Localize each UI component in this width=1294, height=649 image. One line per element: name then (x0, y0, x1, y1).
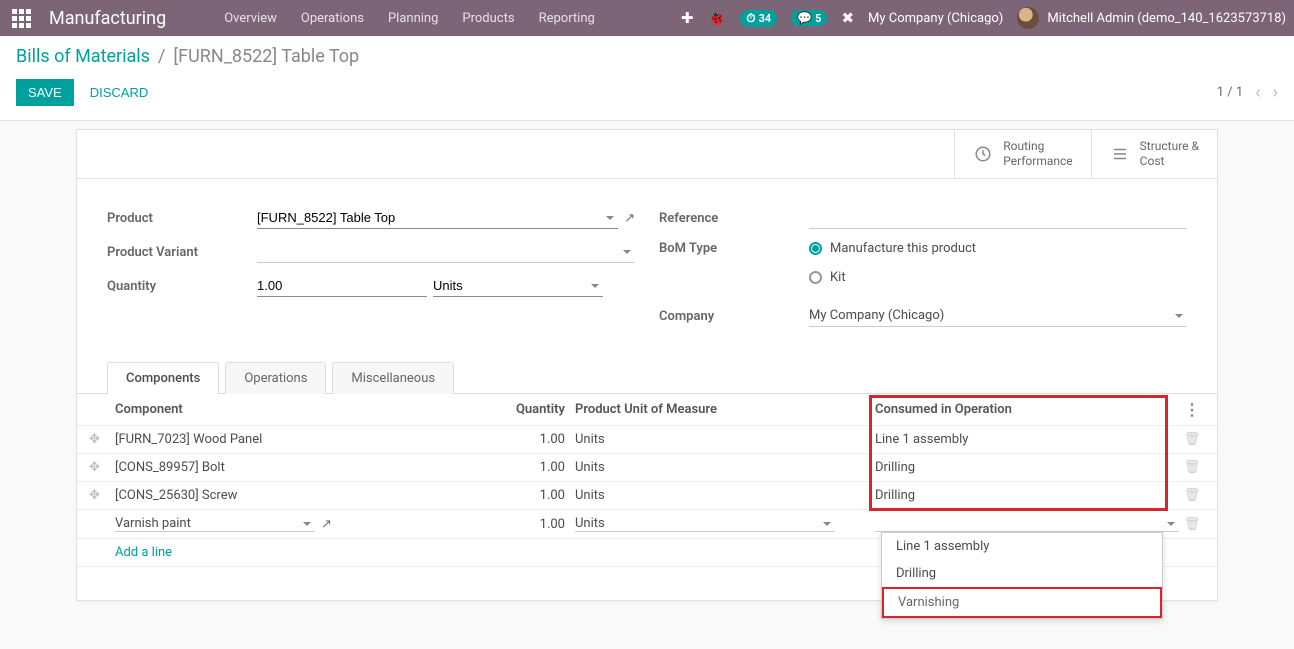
breadcrumb-current: [FURN_8522] Table Top (173, 46, 359, 67)
bug-icon[interactable]: 🐞 (708, 9, 727, 27)
topbar-right: ✚ 🐞 ⏱34 💬5 ✖ My Company (Chicago) Mitche… (681, 7, 1286, 29)
dropdown-option[interactable]: Drilling (882, 560, 1162, 587)
user-menu[interactable]: Mitchell Admin (demo_140_1623573718) (1017, 7, 1286, 29)
drag-handle-icon[interactable]: ✥ (89, 460, 115, 475)
form-sheet: RoutingPerformance Structure &Cost Produ… (76, 129, 1218, 601)
uom-field[interactable] (433, 275, 603, 297)
messages-badge[interactable]: 💬5 (791, 10, 827, 26)
table-row: ✥ [FURN_7023] Wood Panel 1.00 Units Line… (77, 426, 1217, 454)
delete-icon[interactable]: 🗑 (1184, 460, 1201, 475)
stat-button-bar: RoutingPerformance Structure &Cost (77, 130, 1217, 179)
tab-operations[interactable]: Operations (225, 362, 326, 394)
discard-button[interactable]: DISCARD (90, 85, 149, 100)
stat-routing-performance[interactable]: RoutingPerformance (954, 130, 1090, 178)
product-variant-field[interactable] (257, 241, 635, 263)
kebab-icon[interactable]: ⋮ (1184, 400, 1200, 419)
list-icon (1110, 144, 1130, 164)
delete-icon[interactable]: 🗑 (1184, 488, 1201, 503)
reference-field[interactable] (809, 207, 1187, 229)
clock-icon (973, 144, 993, 164)
nav-reporting[interactable]: Reporting (529, 5, 605, 32)
col-quantity: Quantity (511, 402, 575, 417)
pager-next-icon[interactable]: › (1273, 82, 1278, 103)
uom-field[interactable]: Units (575, 516, 835, 532)
label-bom-type: BoM Type (659, 241, 809, 256)
pager-prev-icon[interactable]: ‹ (1255, 82, 1260, 103)
quantity-field[interactable] (257, 275, 427, 297)
delete-icon[interactable]: 🗑 (1184, 432, 1201, 447)
clock-icon: ⏱ (746, 11, 755, 26)
pager-text: 1 / 1 (1217, 85, 1243, 100)
drag-handle-icon[interactable]: ✥ (89, 432, 115, 447)
app-name: Manufacturing (49, 8, 166, 29)
radio-manufacture[interactable]: Manufacture this product (809, 241, 976, 256)
nav-operations[interactable]: Operations (291, 5, 374, 32)
company-switcher[interactable]: My Company (Chicago) (868, 11, 1003, 26)
nav-products[interactable]: Products (452, 5, 524, 32)
label-quantity: Quantity (107, 279, 257, 294)
label-variant: Product Variant (107, 245, 257, 260)
breadcrumb-parent[interactable]: Bills of Materials (16, 46, 150, 67)
drag-handle-icon[interactable]: ✥ (89, 488, 115, 503)
external-link-icon[interactable]: ↗ (624, 211, 635, 226)
table-row: ✥ [CONS_25630] Screw 1.00 Units Drilling… (77, 482, 1217, 510)
col-consumed: Consumed in Operation (875, 402, 1179, 417)
label-company: Company (659, 309, 809, 324)
add-a-line[interactable]: Add a line (115, 545, 511, 560)
save-button[interactable]: SAVE (16, 79, 74, 106)
table-row: ✥ [CONS_89957] Bolt 1.00 Units Drilling … (77, 454, 1217, 482)
consumed-in-operation-field[interactable] (875, 516, 1179, 532)
apps-icon[interactable] (12, 9, 31, 28)
label-reference: Reference (659, 211, 809, 226)
tab-bar: Components Operations Miscellaneous (77, 361, 1217, 393)
tab-components[interactable]: Components (107, 362, 219, 394)
radio-icon (809, 242, 822, 255)
nav-overview[interactable]: Overview (214, 5, 287, 32)
pager: 1 / 1 ‹ › (1217, 82, 1278, 103)
col-uom: Product Unit of Measure (575, 402, 875, 417)
subheader: Bills of Materials / [FURN_8522] Table T… (0, 36, 1294, 121)
radio-icon (809, 271, 822, 284)
action-bar: SAVE DISCARD 1 / 1 ‹ › (16, 79, 1278, 106)
chat-icon: 💬 (797, 11, 812, 25)
top-nav: Overview Operations Planning Products Re… (214, 5, 605, 32)
nav-planning[interactable]: Planning (378, 5, 448, 32)
consumed-operation-dropdown: Line 1 assembly Drilling Varnishing (881, 532, 1163, 619)
company-field[interactable]: My Company (Chicago) (809, 305, 1187, 327)
plus-icon[interactable]: ✚ (681, 9, 694, 27)
stat-structure-cost[interactable]: Structure &Cost (1091, 130, 1217, 178)
dropdown-option[interactable]: Line 1 assembly (882, 533, 1162, 560)
top-bar: Manufacturing Overview Operations Planni… (0, 0, 1294, 36)
delete-icon[interactable]: 🗑 (1184, 517, 1201, 532)
avatar (1017, 7, 1039, 29)
breadcrumb: Bills of Materials / [FURN_8522] Table T… (16, 46, 1278, 67)
label-product: Product (107, 211, 257, 226)
tools-icon[interactable]: ✖ (841, 9, 854, 27)
tab-miscellaneous[interactable]: Miscellaneous (332, 362, 454, 394)
dropdown-option-varnishing[interactable]: Varnishing (882, 587, 1162, 618)
product-field[interactable] (257, 207, 618, 229)
col-component: Component (115, 402, 511, 417)
activity-badge[interactable]: ⏱34 (740, 10, 777, 27)
external-link-icon[interactable]: ↗ (321, 517, 332, 532)
radio-kit[interactable]: Kit (809, 270, 846, 285)
component-field[interactable]: Varnish paint (115, 516, 315, 532)
